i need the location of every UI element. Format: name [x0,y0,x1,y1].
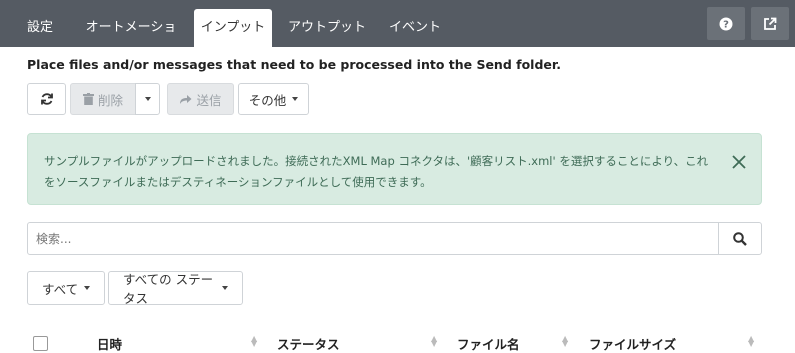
share-icon [180,94,192,104]
send-button[interactable]: 送信 [167,83,234,115]
search-bar [27,222,762,255]
status-filter-label: すべての ステータス [123,272,214,306]
help-icon: ? [719,17,733,30]
external-link-icon [764,17,777,30]
upload-success-alert: サンプルファイルがアップロードされました。接続されたXML Map コネクタは、… [27,133,762,205]
all-filter-label: すべて [42,281,79,297]
refresh-icon [40,93,53,105]
column-header-filesize[interactable]: ファイルサイズ [589,334,676,353]
sort-icon: ▲ ▼ [251,334,258,348]
sort-icon: ▲ ▼ [748,334,755,348]
delete-button[interactable]: 削除 [70,83,136,115]
all-filter-dropdown[interactable]: すべて [27,271,106,305]
more-label: その他 [248,92,287,108]
tab-automation[interactable]: オートメーション [80,9,182,73]
search-icon [733,231,747,246]
alert-message: サンプルファイルがアップロードされました。接続されたXML Map コネクタは、… [44,154,709,189]
sort-icon: ▲ ▼ [431,334,438,348]
chevron-down-icon [222,286,228,290]
chevron-down-icon [292,97,299,101]
tab-output[interactable]: アウトプット [285,9,369,47]
trash-icon [82,93,94,105]
tab-input[interactable]: インプット [194,9,272,47]
status-filter-dropdown[interactable]: すべての ステータス [108,271,243,306]
chevron-down-icon [144,97,151,101]
close-icon[interactable] [732,155,746,169]
sort-icon: ▲ ▼ [562,334,569,348]
chevron-down-icon [84,286,91,290]
delete-dropdown-toggle[interactable] [135,83,160,115]
delete-label: 削除 [97,92,123,108]
external-link-button[interactable] [751,7,789,40]
tab-events[interactable]: イベント [382,9,448,47]
refresh-button[interactable] [27,83,66,115]
top-nav-bar: 設定 オートメーション インプット アウトプット イベント ? [0,0,795,73]
column-header-datetime[interactable]: 日時 [97,334,122,353]
column-header-filename[interactable]: ファイル名 [457,334,520,353]
search-button[interactable] [718,223,761,254]
column-header-status[interactable]: ステータス [277,334,340,353]
tab-settings[interactable]: 設定 [14,9,66,47]
search-input[interactable] [28,223,718,254]
select-all-checkbox[interactable] [33,336,48,351]
svg-text:?: ? [723,19,729,30]
page-description: Place files and/or messages that need to… [27,57,562,72]
more-actions-button[interactable]: その他 [238,83,309,115]
send-label: 送信 [196,92,222,108]
help-button[interactable]: ? [707,7,745,40]
